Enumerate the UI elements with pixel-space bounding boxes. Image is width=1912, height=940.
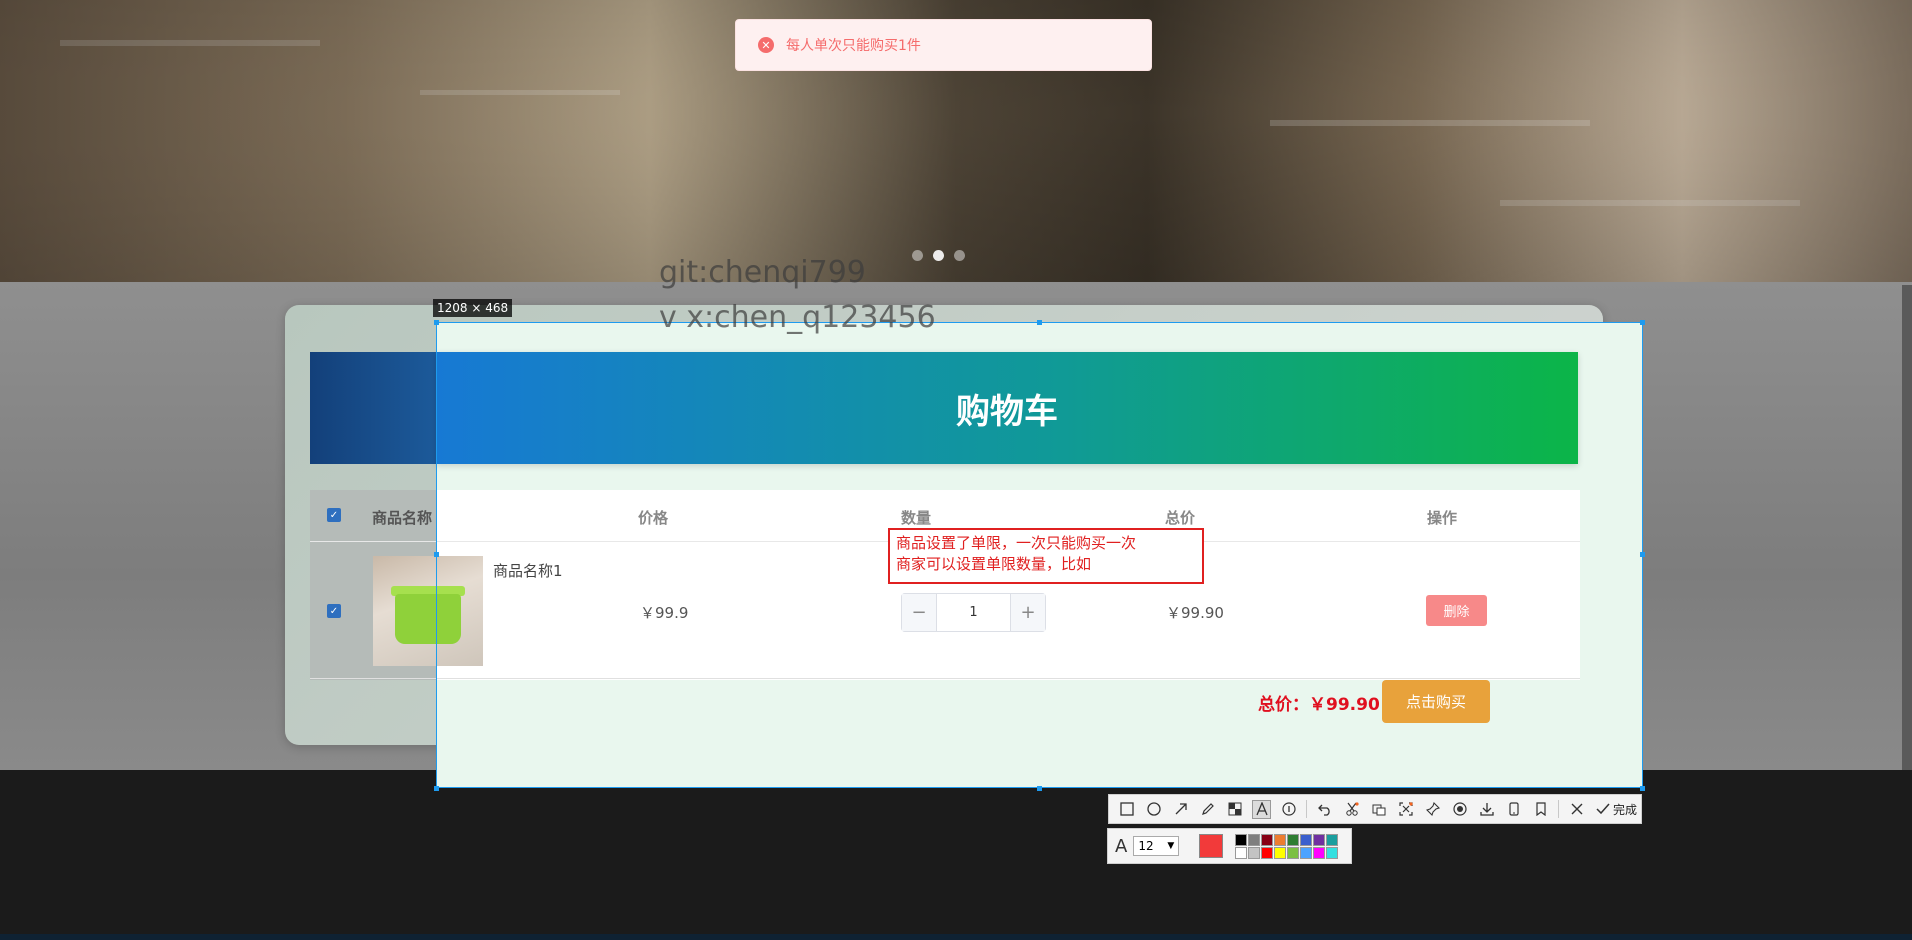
carousel-dot[interactable] (954, 250, 965, 261)
quantity-input[interactable]: 1 (936, 594, 1011, 631)
cart-banner: 购物车 (436, 352, 1578, 464)
product-name[interactable]: 商品名称1 (493, 560, 563, 581)
carousel-indicators (912, 250, 965, 261)
watermark-line1: git:chenqi799 (659, 255, 866, 290)
ellipse-icon[interactable] (1144, 800, 1163, 819)
text-annotation[interactable]: 商品设置了单限，一次只能购买一次 商家可以设置单限数量，比如 (888, 528, 1204, 584)
font-size-select[interactable]: 12 ▼ (1133, 836, 1180, 856)
header-action: 操作 (1427, 509, 1458, 527)
decrease-button[interactable]: − (902, 594, 936, 631)
resize-handle[interactable] (1640, 320, 1645, 325)
pin-icon[interactable] (1423, 800, 1442, 819)
bin-body (395, 594, 461, 644)
scroll-capture-icon[interactable] (1396, 800, 1415, 819)
quantity-stepper: − 1 + (901, 593, 1046, 632)
cart-table (436, 490, 1580, 680)
resize-handle[interactable] (1640, 552, 1645, 557)
toolbar-divider (1306, 800, 1307, 818)
header-total: 总价 (1165, 509, 1196, 527)
color-swatch[interactable] (1287, 833, 1300, 846)
error-icon: ✕ (758, 37, 774, 53)
color-swatch[interactable] (1261, 833, 1274, 846)
resize-handle[interactable] (434, 320, 439, 325)
color-palette (1235, 833, 1339, 859)
color-swatch[interactable] (1300, 833, 1313, 846)
selection-size-label: 1208 × 468 (433, 299, 513, 317)
color-swatch[interactable] (1248, 846, 1261, 859)
row-divider (310, 678, 1580, 679)
color-swatch[interactable] (1300, 846, 1313, 859)
color-swatch[interactable] (1274, 846, 1287, 859)
color-swatch[interactable] (1326, 833, 1339, 846)
color-swatch[interactable] (1313, 833, 1326, 846)
error-toast: ✕ 每人单次只能购买1件 (735, 19, 1152, 71)
record-icon[interactable] (1450, 800, 1469, 819)
annotation-line1: 商品设置了单限，一次只能购买一次 (896, 534, 1137, 552)
annotation-line2: 商家可以设置单限数量，比如 (896, 555, 1092, 573)
banner-edge (310, 352, 436, 464)
resize-handle[interactable] (434, 552, 439, 557)
pencil-icon[interactable] (1198, 800, 1217, 819)
resize-handle[interactable] (434, 786, 439, 791)
scissor-icon[interactable] (1342, 800, 1361, 819)
color-swatch[interactable] (1235, 833, 1248, 846)
carousel-dot-active[interactable] (933, 250, 944, 261)
close-icon[interactable] (1567, 800, 1586, 819)
product-price: ￥99.9 (640, 604, 689, 622)
color-swatch[interactable] (1248, 833, 1261, 846)
product-thumbnail[interactable] (373, 556, 483, 666)
resize-handle[interactable] (1037, 786, 1042, 791)
header-quantity: 数量 (901, 509, 932, 527)
increase-button[interactable]: + (1011, 594, 1045, 631)
font-size-value: 12 (1138, 839, 1154, 853)
done-button[interactable]: 完成 (1596, 801, 1637, 818)
arrow-icon[interactable] (1171, 800, 1190, 819)
resize-handle[interactable] (1640, 786, 1645, 791)
header-name: 商品名称 (372, 509, 433, 527)
item-checkbox[interactable]: ✓ (327, 604, 341, 618)
text-style-toolbar: A 12 ▼ (1107, 828, 1352, 864)
carousel-dot[interactable] (912, 250, 923, 261)
done-label: 完成 (1613, 802, 1638, 817)
rectangle-icon[interactable] (1117, 800, 1136, 819)
scrollbar[interactable] (1902, 285, 1912, 770)
delete-button[interactable]: 删除 (1426, 595, 1487, 626)
select-all-checkbox[interactable]: ✓ (327, 508, 341, 522)
serial-number-icon[interactable] (1279, 800, 1298, 819)
resize-handle[interactable] (1037, 320, 1042, 325)
font-icon: A (1115, 835, 1128, 857)
color-swatch[interactable] (1261, 846, 1274, 859)
cart-total: 总价：￥99.90 (1258, 695, 1380, 715)
bookmark-icon[interactable] (1531, 800, 1550, 819)
header-price: 价格 (638, 509, 669, 527)
phone-icon[interactable] (1504, 800, 1523, 819)
check-icon (1596, 803, 1610, 815)
mosaic-icon[interactable] (1225, 800, 1244, 819)
toast-message: 每人单次只能购买1件 (786, 38, 921, 54)
buy-button[interactable]: 点击购买 (1382, 680, 1490, 723)
color-swatch[interactable] (1326, 846, 1339, 859)
page-title: 购物车 (956, 391, 1058, 432)
taskbar-strip (0, 934, 1912, 940)
color-swatch[interactable] (1313, 846, 1326, 859)
toolbar-divider (1558, 800, 1559, 818)
text-icon[interactable] (1252, 799, 1271, 819)
capture-toolbar: 完成 (1108, 794, 1642, 824)
product-subtotal: ￥99.90 (1166, 604, 1224, 622)
current-color-swatch[interactable] (1199, 834, 1224, 858)
color-swatch[interactable] (1235, 846, 1248, 859)
download-icon[interactable] (1477, 800, 1496, 819)
undo-icon[interactable] (1315, 800, 1334, 819)
color-swatch[interactable] (1287, 846, 1300, 859)
watermark-line2: v x:chen_q123456 (659, 300, 936, 335)
ocr-icon[interactable] (1369, 800, 1388, 819)
chevron-down-icon: ▼ (1167, 841, 1175, 851)
color-swatch[interactable] (1274, 833, 1287, 846)
